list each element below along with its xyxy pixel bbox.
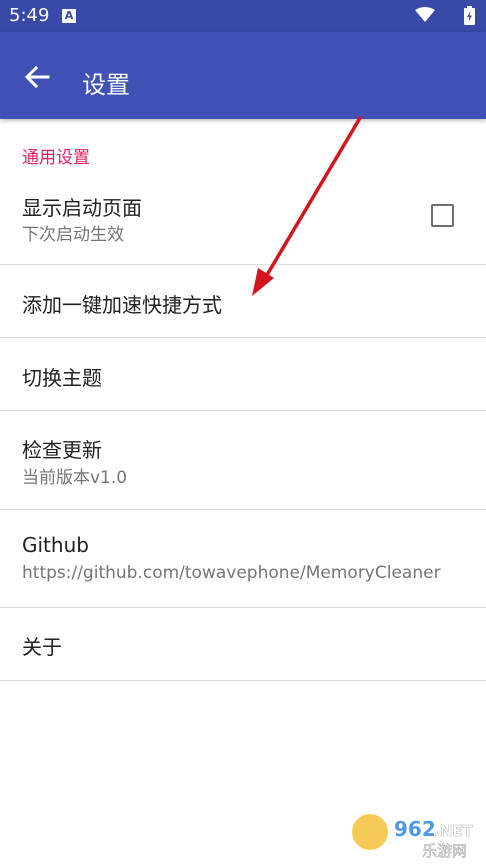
pref-about[interactable]: 关于	[0, 608, 486, 680]
pref-switch-theme[interactable]: 切换主题	[0, 338, 486, 410]
watermark-logo: 962 .NET 乐游网	[352, 814, 474, 860]
page-title: 设置	[82, 71, 130, 99]
pref-check-update[interactable]: 检查更新 当前版本v1.0	[0, 411, 486, 509]
pref-title: 切换主题	[22, 366, 102, 390]
svg-text:乐游网: 乐游网	[422, 842, 467, 860]
status-time: 5:49	[9, 5, 50, 26]
pref-add-boost-shortcut[interactable]: 添加一键加速快捷方式	[0, 265, 486, 337]
svg-text:.NET: .NET	[434, 822, 473, 840]
pref-title: 显示启动页面	[22, 196, 142, 220]
pref-github[interactable]: Github https://github.com/towavephone/Me…	[0, 510, 486, 607]
pref-title: Github	[22, 533, 89, 557]
pref-summary: 当前版本v1.0	[22, 468, 128, 488]
status-bar: 5:49 A	[0, 0, 486, 32]
app-bar: 设置	[0, 32, 486, 119]
svg-text:962: 962	[394, 817, 436, 841]
pref-title: 添加一键加速快捷方式	[22, 293, 222, 317]
pref-summary: 下次启动生效	[22, 225, 124, 245]
section-header-general: 通用设置	[22, 148, 90, 168]
settings-screen: 5:49 A 设置 通用设置 显示启动页面 下次启动生效 添加一键加速快捷方式 …	[0, 0, 486, 864]
wifi-icon	[415, 7, 435, 22]
battery-icon	[464, 6, 475, 25]
pref-show-splash[interactable]: 显示启动页面 下次启动生效	[0, 183, 486, 264]
pref-summary: https://github.com/towavephone/MemoryCle…	[22, 563, 441, 583]
pref-title: 检查更新	[22, 438, 102, 462]
a-notification-icon: A	[62, 9, 76, 23]
pref-title: 关于	[22, 635, 62, 659]
divider	[0, 680, 486, 681]
arrow-left-icon[interactable]	[24, 66, 50, 88]
show-splash-checkbox[interactable]	[431, 204, 454, 227]
